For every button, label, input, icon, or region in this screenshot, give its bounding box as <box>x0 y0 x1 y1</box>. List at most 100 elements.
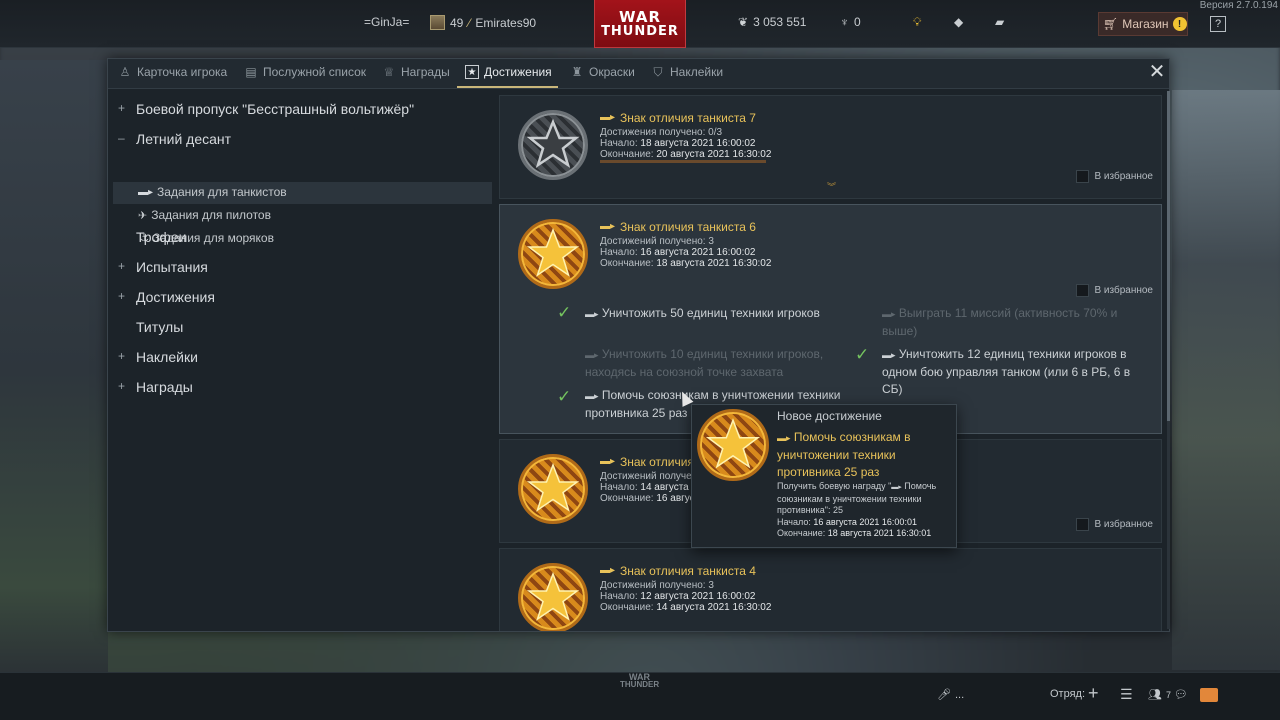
tab-label: Наклейки <box>670 65 724 79</box>
card-end: Окончание: 18 августа 2021 16:30:02 <box>600 258 771 269</box>
active-tab-indicator <box>457 86 558 88</box>
bottom-logo: WAR THUNDER <box>620 673 659 689</box>
tree-item-titles[interactable]: Титулы <box>136 319 183 335</box>
squadron-name: Emirates90 <box>475 15 537 30</box>
achievement-card[interactable]: ▬▸ Знак отличия танкиста 4 Достижений по… <box>499 548 1162 631</box>
tab-player-card[interactable]: ♙ Карточка игрока <box>118 65 228 79</box>
card-end: Окончание: 14 августа 2021 16:30:02 <box>600 602 771 613</box>
task-item[interactable]: ▬▸ Уничтожить 10 единиц техники игроков,… <box>585 346 845 381</box>
tree-item-decals[interactable]: + Наклейки <box>118 349 198 365</box>
end-label: Окончание: <box>600 258 654 269</box>
tree-item-summer-landing[interactable]: – Летний десант <box>118 131 232 147</box>
tab-skins[interactable]: ♜ Окраски <box>570 65 635 79</box>
task-text: Уничтожить 10 единиц техники игроков, на… <box>585 347 824 379</box>
expand-icon: + <box>118 349 126 363</box>
tree-item-label: Наклейки <box>136 349 198 365</box>
tree-item-awards[interactable]: + Награды <box>118 379 193 395</box>
expand-icon: + <box>118 289 126 303</box>
player-name[interactable]: =GinJa= <box>364 15 409 29</box>
golden-eagles-block[interactable]: ♆ 0 <box>840 15 861 29</box>
shop-button[interactable]: 🛒︎ Магазин ! <box>1098 12 1188 36</box>
favorite-toggle[interactable]: В избранное <box>1076 170 1153 183</box>
reward-text: Получить боевую награду " <box>777 481 892 491</box>
card-progress: Достижений получено: 3 <box>600 236 714 247</box>
friends-button[interactable]: 👥︎ 7 <box>1148 688 1171 701</box>
help-button[interactable]: ? <box>1210 16 1226 32</box>
shop-label: Магазин <box>1122 17 1169 31</box>
add-squad-member-icon[interactable]: + <box>1088 683 1099 704</box>
subitem-label: Задания для пилотов <box>151 208 271 222</box>
tree-item-label: Титулы <box>136 319 184 335</box>
plane-icon: ✈ <box>138 209 148 222</box>
logo-line-1: WAR <box>618 7 662 26</box>
favorite-checkbox[interactable] <box>1076 170 1090 183</box>
start-date: 16 августа 2021 16:00:01 <box>813 516 917 527</box>
card-title: ▬▸ Знак отличия танкиста 4 <box>600 564 756 578</box>
end-date: 18 августа 2021 16:30:01 <box>827 528 932 538</box>
favorite-toggle[interactable]: В избранное <box>1076 284 1153 297</box>
tank-icon: ▬▸ <box>777 433 791 443</box>
tree-item-trials[interactable]: + Испытания <box>118 259 208 275</box>
tab-label: Окраски <box>589 65 635 79</box>
favorite-checkbox[interactable] <box>1076 284 1090 297</box>
tab-achievements[interactable]: ★ Достижения <box>465 65 552 79</box>
medal-icon <box>518 454 588 524</box>
tab-label: Послужной список <box>263 65 367 79</box>
mail-icon[interactable] <box>1200 688 1218 702</box>
tab-awards[interactable]: ♕ Награды <box>382 65 450 79</box>
expand-icon: + <box>118 101 126 115</box>
scroll-icon: ▤ <box>245 65 257 79</box>
achievement-card[interactable]: ▬▸ Знак отличия танкиста 7 Достижения по… <box>499 95 1162 199</box>
lightbulb-icon[interactable]: 💡︎ <box>913 15 921 30</box>
tab-label: Достижения <box>484 65 552 79</box>
chevron-down-icon[interactable]: ︾ <box>827 180 836 193</box>
favorite-checkbox[interactable] <box>1076 518 1090 531</box>
tooltip-body: Получить боевую награду "▬▸ Помочь союзн… <box>777 481 953 540</box>
diamond-icon[interactable]: ◆ <box>954 15 963 29</box>
voice-chat-button[interactable]: 🎤︎ ... <box>937 688 965 702</box>
voice-label: ... <box>954 688 965 701</box>
list-icon[interactable]: ☰ <box>1120 686 1133 703</box>
task-item[interactable]: ▬▸ Уничтожить 12 единиц техники игроков … <box>882 346 1152 398</box>
task-text: Выиграть 11 миссий (активность 70% и выш… <box>882 306 1118 338</box>
end-date: 14 августа 2021 16:30:02 <box>656 602 772 613</box>
tree-item-achievements[interactable]: + Достижения <box>118 289 215 305</box>
tank-icon: ▬▸ <box>585 391 599 401</box>
scrollbar-thumb[interactable] <box>1167 91 1170 421</box>
tab-label: Награды <box>401 65 450 79</box>
tank-icon: ▬▸ <box>600 221 616 232</box>
achievement-tooltip: Новое достижение ▬▸ Помочь союзникам в у… <box>691 404 957 548</box>
medal-icon-locked <box>518 110 588 180</box>
close-icon[interactable]: ✕ <box>1147 62 1167 83</box>
medal-icon: ♕ <box>383 65 395 79</box>
tree-item-label: Летний десант <box>136 131 232 147</box>
task-text: Уничтожить 12 единиц техники игроков в о… <box>882 347 1131 396</box>
squad-label: Отряд: <box>1050 688 1086 700</box>
war-thunder-logo[interactable]: WAR THUNDER <box>594 0 686 48</box>
checkmark-icon: ✓ <box>557 303 572 322</box>
silver-lions-value: 3 053 551 <box>753 15 807 29</box>
achievement-card-expanded[interactable]: ▬▸ Знак отличия танкиста 6 Достижений по… <box>499 204 1162 434</box>
silver-lions-block[interactable]: ❦ 3 053 551 <box>738 15 806 29</box>
tree-item-trophies[interactable]: Трофеи <box>136 229 186 245</box>
subitem-pilot-tasks[interactable]: ✈ Задания для пилотов <box>138 208 271 222</box>
category-tree: + Боевой пропуск "Бесстрашный вольтижёр"… <box>108 90 498 630</box>
list-scrollbar[interactable] <box>1167 91 1170 629</box>
task-item[interactable]: ▬▸ Выиграть 11 миссий (активность 70% и … <box>882 305 1142 340</box>
tree-item-label: Награды <box>136 379 193 395</box>
tank-icon: ▬▸ <box>600 112 616 123</box>
tab-decals[interactable]: ⛉ Наклейки <box>651 65 723 79</box>
subitem-tank-tasks[interactable]: ▬▸ Задания для танкистов <box>138 185 287 199</box>
ticket-icon[interactable]: ▰ <box>995 15 1004 29</box>
player-level-block[interactable]: 49 ⁄ Emirates90 <box>430 15 536 30</box>
tree-item-battle-pass[interactable]: + Боевой пропуск "Бесстрашный вольтижёр" <box>118 101 414 117</box>
avatar <box>430 15 445 30</box>
chat-icon[interactable]: 💬︎ <box>1174 688 1188 701</box>
tank-icon: ▬▸ <box>882 350 896 360</box>
end-label: Окончание: <box>600 149 654 160</box>
favorite-toggle[interactable]: В избранное <box>1076 518 1153 531</box>
tab-service-record[interactable]: ▤ Послужной список <box>244 65 366 79</box>
tank-icon: ▬▸ <box>882 309 896 319</box>
task-item[interactable]: ▬▸ Уничтожить 50 единиц техники игроков <box>585 305 845 323</box>
card-title-text: Знак отличия танкиста 6 <box>620 220 756 234</box>
